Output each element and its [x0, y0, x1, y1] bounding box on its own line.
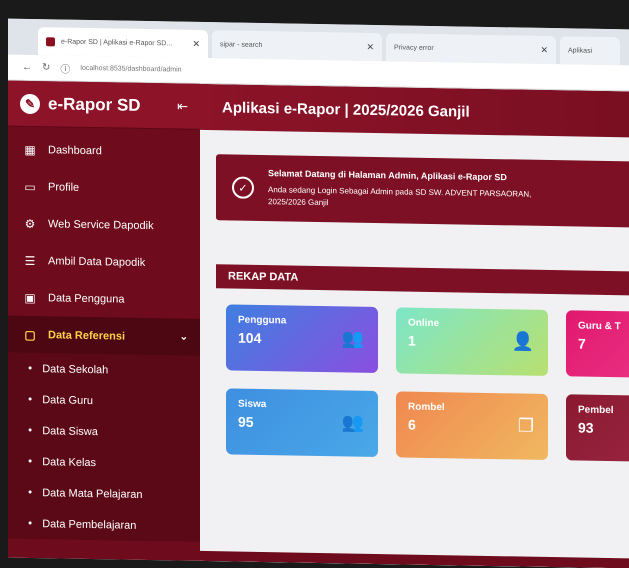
sidebar-item-label: Data Referensi — [48, 328, 126, 343]
welcome-banner: ✓ Selamat Datang di Halaman Admin, Aplik… — [216, 154, 629, 228]
sidebar: ✎ e-Rapor SD ⇤ ▦ Dashboard ▭ Profile ⚙ W… — [8, 80, 200, 561]
tab-label: Aplikasi — [568, 46, 593, 55]
stat-card-value: 6 — [408, 416, 416, 433]
stat-card-value: 93 — [578, 419, 594, 436]
bullet-icon: ● — [28, 488, 33, 497]
sidebar-item-dashboard[interactable]: ▦ Dashboard — [8, 131, 200, 171]
close-tab-icon[interactable]: ✕ — [540, 44, 548, 55]
stat-card-siswa[interactable]: Siswa 95 👥 — [226, 388, 378, 458]
sidebar-subitem-pembelajaran[interactable]: ● Data Pembelajaran — [8, 507, 200, 542]
rekap-title: REKAP DATA — [228, 270, 299, 284]
folder-icon: ▢ — [24, 327, 36, 342]
sidebar-item-referensi[interactable]: ▢ Data Referensi ⌄ — [8, 315, 200, 356]
stat-card-label: Online — [408, 317, 440, 330]
sidebar-subitem-label: Data Siswa — [42, 424, 98, 438]
bullet-icon: ● — [28, 364, 33, 373]
browser-tab-privacy[interactable]: Privacy error ✕ — [386, 33, 556, 65]
database-icon: ☰ — [24, 253, 36, 268]
profile-icon: ▭ — [24, 179, 36, 194]
sidebar-subitem-mapel[interactable]: ● Data Mata Pelajaran — [8, 476, 200, 511]
browser-tab-search[interactable]: sipar - search ✕ — [212, 30, 382, 62]
sidebar-item-label: Data Pengguna — [48, 291, 125, 306]
user-online-icon: 👤 — [511, 331, 534, 352]
page-header: Aplikasi e-Rapor | 2025/2026 Ganjil — [200, 83, 629, 138]
sidebar-item-web-service[interactable]: ⚙ Web Service Dapodik — [8, 205, 200, 245]
page-footer — [200, 550, 629, 568]
dashboard-icon: ▦ — [24, 142, 36, 157]
stat-card-guru[interactable]: Guru & T 7 — [566, 310, 629, 379]
reload-icon[interactable]: ↻ — [42, 62, 50, 73]
brand-title: e-Rapor SD — [48, 93, 141, 115]
gear-icon: ⚙ — [24, 216, 36, 231]
sidebar-subitem-siswa[interactable]: ● Data Siswa — [8, 414, 200, 449]
banner-title: Selamat Datang di Halaman Admin, Aplikas… — [268, 168, 507, 183]
sidebar-subitem-kelas[interactable]: ● Data Kelas — [8, 445, 200, 480]
main-content: Aplikasi e-Rapor | 2025/2026 Ganjil ✓ Se… — [200, 83, 629, 568]
sidebar-brand[interactable]: ✎ e-Rapor SD ⇤ — [8, 80, 200, 130]
sidebar-subitem-label: Data Guru — [42, 393, 93, 407]
sidebar-item-label: Web Service Dapodik — [48, 217, 154, 232]
browser-tab-aplikasi[interactable]: Aplikasi — [560, 36, 620, 66]
tab-label: sipar - search — [220, 40, 263, 49]
stat-card-pengguna[interactable]: Pengguna 104 👥 — [226, 304, 378, 374]
erapor-favicon-icon — [46, 36, 55, 46]
users-icon: 👥 — [341, 328, 364, 349]
sidebar-subitem-sekolah[interactable]: ● Data Sekolah — [8, 352, 200, 387]
shield-check-icon: ✓ — [232, 176, 254, 199]
browser-window: e-Rapor SD | Aplikasi e-Rapor SD... ✕ si… — [8, 18, 629, 568]
browser-tab-erapor[interactable]: e-Rapor SD | Aplikasi e-Rapor SD... ✕ — [38, 27, 208, 59]
class-icon: ❐ — [517, 415, 534, 436]
url-text[interactable]: localhost:8535/dashboard/admin — [80, 65, 181, 74]
sidebar-subitem-label: Data Mata Pelajaran — [42, 486, 143, 501]
sidebar-item-label: Profile — [48, 180, 80, 194]
bullet-icon: ● — [28, 395, 33, 404]
students-icon: 👥 — [341, 412, 364, 433]
sidebar-subitem-label: Data Kelas — [42, 455, 97, 469]
sidebar-item-ambil-data[interactable]: ☰ Ambil Data Dapodik — [8, 242, 200, 282]
stat-card-label: Pengguna — [238, 314, 287, 327]
site-info-icon[interactable]: ⓘ — [60, 60, 70, 75]
sidebar-item-pengguna[interactable]: ▣ Data Pengguna — [8, 279, 200, 319]
rekap-data-header: REKAP DATA — [216, 264, 629, 296]
bullet-icon: ● — [28, 457, 33, 466]
page-title: Aplikasi e-Rapor | 2025/2026 Ganjil — [222, 98, 470, 121]
sidebar-item-profile[interactable]: ▭ Profile — [8, 168, 200, 208]
stat-card-label: Pembel — [578, 404, 614, 417]
school-logo-icon: ✎ — [20, 93, 40, 114]
close-tab-icon[interactable]: ✕ — [192, 38, 200, 49]
users-icon: ▣ — [24, 290, 36, 305]
stat-card-label: Siswa — [238, 398, 267, 411]
stat-card-online[interactable]: Online 1 👤 — [396, 307, 548, 377]
sidebar-item-label: Dashboard — [48, 143, 102, 157]
stat-card-label: Rombel — [408, 401, 445, 414]
collapse-sidebar-icon[interactable]: ⇤ — [177, 98, 188, 114]
stat-card-label: Guru & T — [578, 320, 621, 333]
bullet-icon: ● — [28, 426, 33, 435]
stat-card-value: 7 — [578, 335, 586, 352]
sidebar-subitem-label: Data Pembelajaran — [42, 517, 137, 532]
sidebar-subitem-guru[interactable]: ● Data Guru — [8, 383, 200, 418]
stat-card-pembelajaran[interactable]: Pembel 93 — [566, 394, 629, 463]
back-icon[interactable]: ← — [22, 62, 32, 73]
sidebar-item-label: Ambil Data Dapodik — [48, 254, 146, 269]
close-tab-icon[interactable]: ✕ — [366, 41, 374, 52]
app-container: ✎ e-Rapor SD ⇤ ▦ Dashboard ▭ Profile ⚙ W… — [8, 80, 629, 568]
chevron-down-icon: ⌄ — [179, 331, 188, 343]
stat-card-rombel[interactable]: Rombel 6 ❐ — [396, 391, 548, 461]
bullet-icon: ● — [28, 519, 33, 528]
sidebar-subitem-label: Data Sekolah — [42, 362, 109, 376]
tab-label: Privacy error — [394, 43, 434, 52]
sidebar-menu: ▦ Dashboard ▭ Profile ⚙ Web Service Dapo… — [8, 127, 200, 542]
tab-label: e-Rapor SD | Aplikasi e-Rapor SD... — [61, 38, 173, 47]
